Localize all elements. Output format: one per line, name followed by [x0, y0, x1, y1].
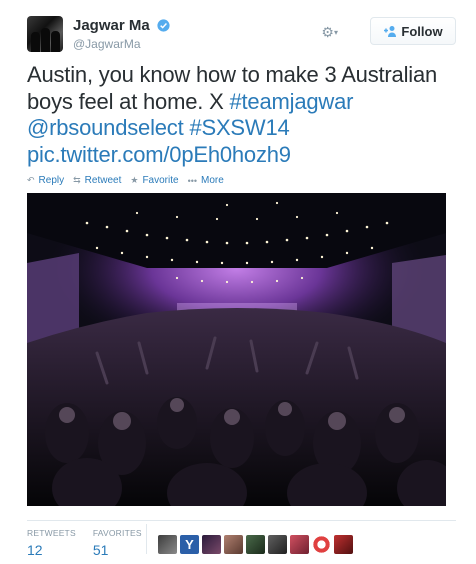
favorites-count: 51 [92, 542, 109, 558]
favorite-label: Favorite [142, 175, 179, 186]
follow-label: Follow [401, 23, 443, 39]
avatar[interactable]: Y [180, 535, 199, 554]
media-link[interactable]: pic.twitter.com/0pEh0hozh9 [27, 142, 291, 167]
chevron-down-icon: ▾ [333, 28, 338, 37]
retweet-icon: ⇆ [73, 175, 81, 185]
stats-separator [146, 524, 147, 554]
tweet-stats: RETWEETS 12 FAVORITES 51 [27, 528, 159, 558]
divider [27, 520, 456, 521]
favorites-label: FAVORITES [92, 528, 142, 538]
retweets-count: 12 [27, 542, 43, 558]
avatar[interactable] [27, 16, 63, 52]
more-label: More [201, 175, 224, 186]
avatar[interactable] [290, 535, 309, 554]
favorites-stat[interactable]: FAVORITES 51 [93, 528, 142, 558]
reply-action[interactable]: ↶ Reply [27, 175, 64, 186]
gear-icon: ⚙ [321, 24, 334, 40]
favorite-action[interactable]: ★ Favorite [130, 175, 178, 186]
avatar[interactable] [268, 535, 287, 554]
retweets-label: RETWEETS [27, 528, 76, 538]
avatar[interactable] [246, 535, 265, 554]
user-fullname[interactable]: Jagwar Ma [73, 17, 150, 34]
hashtag-link[interactable]: #teamjagwar [229, 89, 353, 114]
mention-link[interactable]: @rbsoundselect [27, 115, 184, 140]
gear-menu-button[interactable]: ⚙▾ [321, 24, 338, 41]
retweets-stat[interactable]: RETWEETS 12 [27, 528, 76, 558]
verified-badge-icon [157, 19, 170, 32]
more-dots-icon: ••• [187, 175, 198, 186]
user-name-block[interactable]: Jagwar Ma @JagwarMa [73, 17, 170, 51]
follow-button[interactable]: Follow [370, 17, 456, 45]
tweet-actions: ↶ Reply ⇆ Retweet ★ Favorite ••• More [27, 175, 233, 186]
favorited-by-avatars: Y [158, 535, 353, 554]
tweet-header: Jagwar Ma @JagwarMa ⚙▾ Follow [27, 16, 456, 56]
reply-label: Reply [38, 175, 65, 186]
avatar[interactable] [312, 535, 331, 554]
tweet-photo[interactable] [27, 193, 446, 506]
avatar[interactable] [224, 535, 243, 554]
avatar[interactable] [334, 535, 353, 554]
user-screen-name[interactable]: @JagwarMa [73, 37, 170, 51]
crowd-photo-graphic [27, 193, 446, 506]
avatar[interactable] [202, 535, 221, 554]
favorite-star-icon: ★ [130, 175, 139, 185]
retweet-label: Retweet [84, 175, 122, 186]
avatar[interactable] [158, 535, 177, 554]
retweet-action[interactable]: ⇆ Retweet [73, 175, 121, 186]
more-action[interactable]: ••• More [188, 175, 224, 186]
follow-person-icon [384, 26, 397, 37]
tweet-text: Austin, you know how to make 3 Australia… [27, 62, 457, 168]
reply-icon: ↶ [27, 175, 35, 185]
hashtag-link[interactable]: #SXSW14 [189, 115, 289, 140]
